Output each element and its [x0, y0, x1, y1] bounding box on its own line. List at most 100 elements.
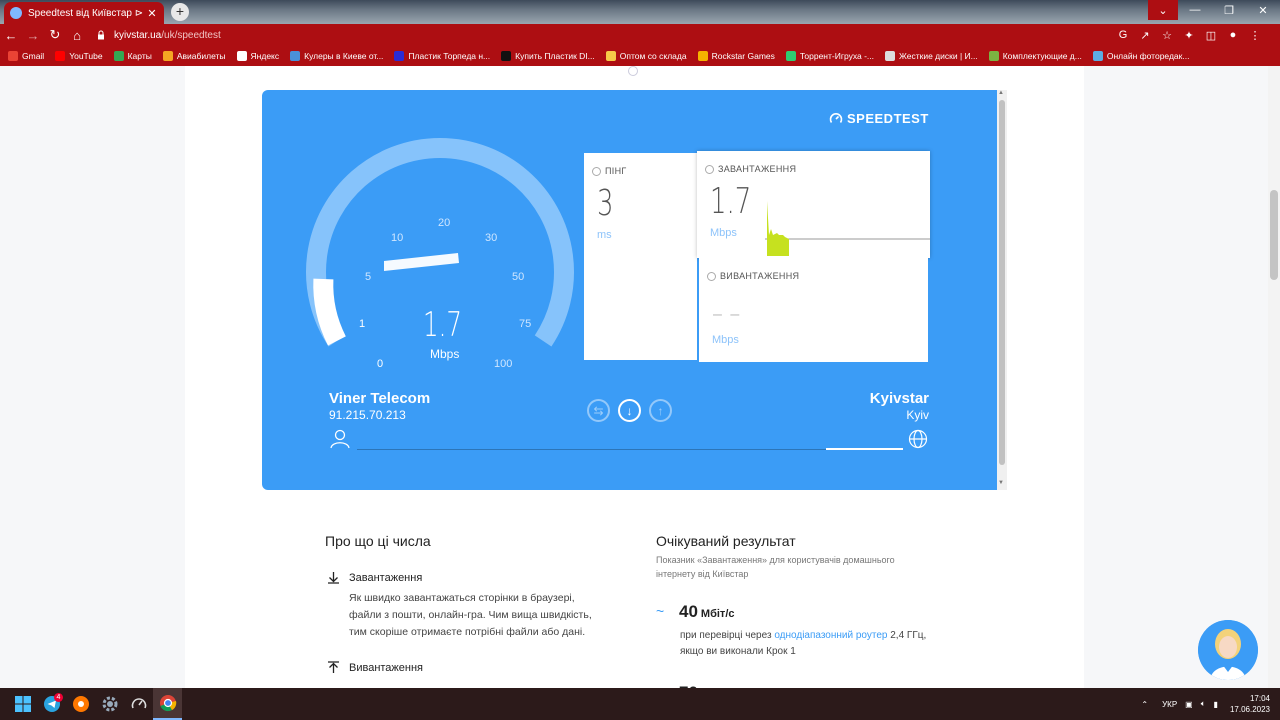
upload-arrow-icon: [328, 661, 339, 673]
test-phase-indicators: ⇆ ↓ ↑: [587, 399, 680, 422]
gauge-label-50: 50: [512, 271, 525, 283]
speedometer-taskbar-app[interactable]: [124, 688, 153, 720]
google-icon[interactable]: G: [1112, 29, 1134, 41]
download-info-description: Як швидко завантажаться сторінки в брауз…: [349, 592, 592, 638]
bookmark-item[interactable]: Купить Пластик DI...: [501, 51, 595, 61]
gauge-needle: [384, 253, 459, 271]
bookmark-star-icon[interactable]: ☆: [1156, 29, 1178, 42]
bookmark-favicon-icon: [697, 51, 708, 61]
home-icon[interactable]: ⌂: [66, 24, 88, 46]
expected-result-value: 40 Мбіт/с: [679, 602, 735, 622]
tab-title: Speedtest від Київстар ⊳ Онлайн: [28, 7, 146, 19]
download-value: 1.7: [710, 181, 752, 222]
expected-result-unit: Мбіт/с: [700, 608, 735, 620]
avast-icon: [72, 696, 89, 712]
battery-icon[interactable]: ▮: [1214, 700, 1218, 709]
tab-close-icon[interactable]: ✕: [146, 7, 158, 20]
minimize-button[interactable]: —: [1178, 0, 1212, 20]
single-band-router-link[interactable]: однодіапазонний роутер: [774, 630, 887, 641]
bookmark-item[interactable]: Авиабилеты: [162, 51, 226, 61]
settings-taskbar-app[interactable]: [95, 688, 124, 720]
globe-icon: [908, 429, 928, 449]
bookmark-item[interactable]: Жесткие диски | И...: [884, 51, 978, 61]
widget-scrollbar[interactable]: ▲ ▼: [997, 90, 1007, 490]
bookmark-item[interactable]: Карты: [113, 51, 152, 61]
server-name: Kyivstar: [869, 390, 929, 407]
bookmark-label: Жесткие диски | И...: [898, 51, 978, 61]
gauge-label-10: 10: [391, 232, 404, 244]
tray-clock[interactable]: 17:04 17.06.2023: [1230, 693, 1270, 715]
reload-icon[interactable]: ↻: [44, 24, 66, 46]
chat-assistant-avatar[interactable]: [1198, 620, 1258, 680]
speedtest-brand: SPEEDTEST: [829, 111, 929, 126]
chrome-taskbar-app[interactable]: [153, 688, 182, 720]
user-icon: [330, 429, 350, 449]
bookmark-label: Авиабилеты: [176, 51, 226, 61]
lock-icon: [98, 30, 104, 40]
new-tab-button[interactable]: +: [171, 3, 189, 21]
page-scrollbar-thumb[interactable]: [1270, 190, 1278, 280]
download-info-title: Завантаження: [349, 572, 423, 584]
bookmark-item[interactable]: YouTube: [55, 51, 103, 61]
gauge-label-30: 30: [485, 232, 498, 244]
bookmark-item[interactable]: Пластик Торпеда н...: [394, 51, 490, 61]
side-panel-icon[interactable]: ◫: [1200, 29, 1222, 42]
scroll-up-arrow-icon[interactable]: ▲: [998, 90, 1004, 96]
start-button[interactable]: [8, 688, 37, 720]
volume-icon[interactable]: 🔈︎: [1201, 699, 1206, 709]
ping-phase-icon[interactable]: ⇆: [587, 399, 610, 422]
address-bar[interactable]: kyivstar.ua/uk/speedtest: [88, 24, 1112, 46]
tab-search-dropdown-icon[interactable]: ⌄: [1148, 0, 1178, 20]
download-phase-icon[interactable]: ↓: [618, 399, 641, 422]
restore-button[interactable]: ❐: [1212, 0, 1246, 20]
url-host: kyivstar.ua: [114, 29, 162, 41]
network-icon[interactable]: ▣: [1185, 700, 1193, 709]
gear-icon: [102, 696, 117, 712]
bookmark-label: Торрент-Игруха -...: [799, 51, 874, 61]
bookmark-favicon-icon: [113, 51, 124, 61]
share-icon[interactable]: ↗: [1134, 29, 1156, 42]
bookmark-favicon-icon: [501, 51, 512, 61]
page-scrollbar[interactable]: [1268, 66, 1280, 688]
bookmark-label: YouTube: [69, 51, 103, 61]
bookmark-favicon-icon: [8, 51, 18, 61]
close-window-button[interactable]: ✕: [1246, 0, 1280, 20]
bookmark-item[interactable]: Кулеры в Киеве от...: [290, 51, 383, 61]
bookmark-item[interactable]: Комплектующие д...: [988, 51, 1082, 61]
extensions-icon[interactable]: ✦: [1178, 29, 1200, 42]
bookmark-label: Пластик Торпеда н...: [408, 51, 491, 61]
widget-scrollbar-thumb[interactable]: [999, 100, 1005, 465]
forward-arrow-icon[interactable]: →: [22, 24, 44, 46]
browser-toolbar: ← → ↻ ⌂ kyivstar.ua/uk/speedtest G ↗ ☆ ✦…: [0, 24, 1280, 46]
keyboard-language[interactable]: УКР: [1162, 700, 1177, 709]
bookmark-label: Кулеры в Киеве от...: [304, 51, 384, 61]
tray-overflow-chevron-icon[interactable]: ⌃: [1141, 700, 1148, 709]
telegram-taskbar-app[interactable]: 4: [37, 688, 66, 720]
bookmark-item[interactable]: Gmail: [8, 51, 44, 61]
menu-kebab-icon[interactable]: ⋮: [1244, 29, 1266, 42]
scroll-down-arrow-icon[interactable]: ▼: [998, 480, 1004, 486]
avast-taskbar-app[interactable]: [66, 688, 95, 720]
bookmark-item[interactable]: Онлайн фоторедак...: [1092, 51, 1189, 61]
browser-tab[interactable]: Speedtest від Київстар ⊳ Онлайн ✕: [4, 2, 164, 24]
upload-unit: Mbps: [712, 334, 739, 346]
isp-info: Viner Telecom 91.215.70.213: [329, 390, 430, 422]
result-desc-prefix: при перевірці через: [680, 630, 775, 641]
bookmark-favicon-icon: [988, 51, 999, 61]
ping-unit: ms: [597, 229, 612, 241]
back-arrow-icon[interactable]: ←: [0, 24, 22, 46]
bookmark-favicon-icon: [162, 51, 173, 61]
approx-symbol: ~: [656, 603, 665, 619]
bookmark-item[interactable]: Оптом со склада: [605, 51, 687, 61]
bookmark-item[interactable]: Rockstar Games: [697, 51, 775, 61]
upload-panel: ВИВАНТАЖЕННЯ – – Mbps: [699, 258, 928, 362]
about-numbers-heading: Про що ці числа: [325, 533, 431, 549]
clock-time: 17:04: [1249, 694, 1270, 703]
profile-avatar-icon[interactable]: ●: [1222, 29, 1244, 41]
bookmark-favicon-icon: [394, 51, 405, 61]
upload-phase-icon[interactable]: ↑: [649, 399, 672, 422]
bookmark-item[interactable]: Торрент-Игруха -...: [785, 51, 874, 61]
bookmark-item[interactable]: Яндекс: [236, 51, 279, 61]
ping-panel: ПІНГ 3 ms: [584, 153, 697, 360]
bookmark-favicon-icon: [785, 51, 796, 61]
